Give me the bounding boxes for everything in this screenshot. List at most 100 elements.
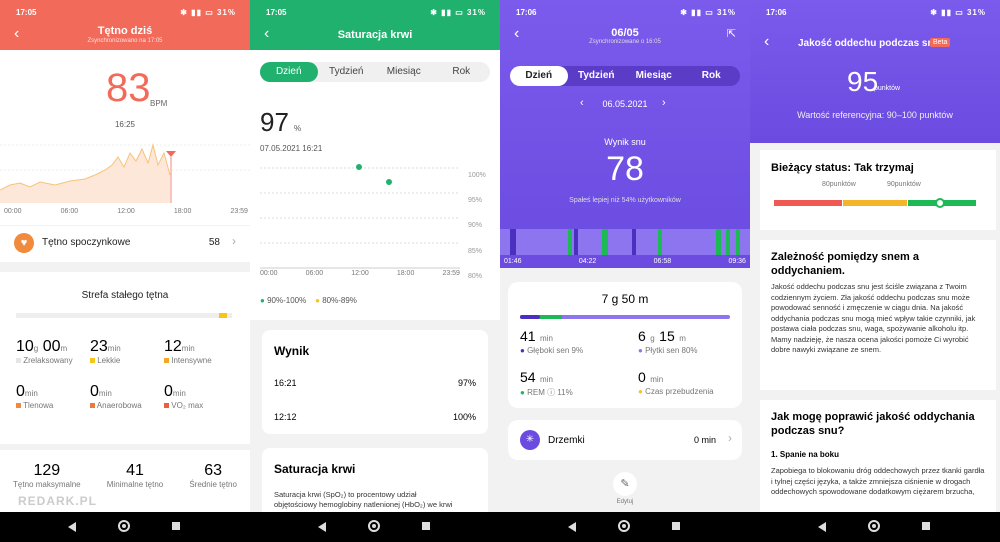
axis-tick: 23:59: [230, 208, 248, 215]
next-date-icon[interactable]: ›: [662, 97, 666, 109]
page-title: Jakość oddechu podczas snu: [798, 38, 940, 49]
result-row: 16:21 97%: [274, 378, 476, 388]
status-bar: 17:05 ✱ ▮▮ ▭ 31%: [0, 0, 250, 22]
tab-day[interactable]: Dzień: [510, 66, 568, 86]
nav-recents-icon[interactable]: [172, 522, 180, 530]
zone-color-icon: [90, 403, 95, 408]
nav-group: [500, 519, 750, 535]
info-text: objętościowy hemoglobiny natlenionej (Hb…: [274, 500, 453, 509]
status-card: Bieżący status: Tak trzymaj 80punktów 90…: [760, 150, 996, 230]
info-card: Saturacja krwi Saturacja krwi (SpO₂) to …: [262, 448, 488, 512]
axis-tick: 18:00: [173, 208, 192, 215]
clock: 17:05: [16, 8, 37, 17]
page-title: 06/05: [611, 27, 639, 39]
nav-back-icon[interactable]: [818, 522, 826, 532]
sync-subtitle: Zsynchronizowane o 16:05: [589, 39, 661, 45]
nav-back-icon[interactable]: [318, 522, 326, 532]
tab-day[interactable]: Dzień: [260, 62, 318, 82]
section-title: Jak mogę poprawić jakość oddychania podc…: [771, 411, 975, 437]
zones-grid: 10g 00m Zrelaksowany 23min Lekkie 12min …: [16, 338, 238, 410]
hr-stats: 129 Tętno maksymalne 41 Minimalne tętno 63…: [0, 462, 250, 489]
nap-value: 0 min: [693, 435, 716, 445]
naps-row[interactable]: ✳ Drzemki 0 min ›: [508, 420, 742, 460]
status-icons: ✱ ▮▮ ▭ 31%: [680, 8, 736, 17]
awake-time: 0 min ● Czas przebudzenia: [638, 369, 714, 396]
resting-label: Tętno spoczynkowe: [42, 237, 131, 248]
deep-sleep: 41 min ● Głęboki sen 9%: [520, 328, 584, 355]
status-bar: 17:06 ✱ ▮▮ ▭ 31%: [750, 0, 1000, 22]
tab-week[interactable]: Tydzień: [318, 62, 376, 82]
data-point: [386, 179, 392, 185]
stat-min: 41 Minimalne tętno: [106, 462, 164, 489]
legend: ● 90%-100% ● 80%-89%: [260, 296, 357, 305]
nav-back-icon[interactable]: [68, 522, 76, 532]
tab-month[interactable]: Miesiąc: [375, 62, 433, 82]
tab-week[interactable]: Tydzień: [568, 66, 626, 86]
nav-home-icon[interactable]: [118, 520, 130, 532]
nav-recents-icon[interactable]: [672, 522, 680, 530]
zones-bar-fill: [219, 313, 227, 318]
heart-rate-chart: [0, 143, 250, 203]
tick-80: 80punktów: [822, 181, 856, 188]
sleep-screen: 17:06 ✱ ▮▮ ▭ 31% ‹ 06/05 Zsynchronizowan…: [500, 0, 750, 512]
axis-tick: 18:00: [396, 270, 415, 277]
stat-avg: 63 Średnie tętno: [189, 462, 237, 489]
status-icons: ✱ ▮▮ ▭ 31%: [430, 8, 486, 17]
zone-color-icon: [16, 358, 21, 363]
info-card: Zależność pomiędzy snem a oddychaniem. J…: [760, 240, 996, 390]
legend-dot-yellow: ●: [315, 296, 320, 305]
axis-tick: 06:00: [60, 208, 79, 215]
tab-month[interactable]: Miesiąc: [625, 66, 683, 86]
back-icon[interactable]: ‹: [764, 33, 769, 51]
score-marker: [935, 198, 945, 208]
range-low: [774, 200, 842, 206]
share-icon[interactable]: ⇱: [727, 27, 736, 40]
nav-home-icon[interactable]: [868, 520, 880, 532]
spo2-date: 07.05.2021 16:21: [260, 144, 323, 153]
status-title: Bieżący status: Tak trzymaj: [771, 162, 914, 174]
blood-oxygen-screen: 17:05 ✱ ▮▮ ▭ 31% ‹ Saturacja krwi Dzień …: [250, 0, 500, 512]
period-tabs: Dzień Tydzień Miesiąc Rok: [510, 66, 740, 86]
sync-subtitle: Zsynchronizowano na 17:05: [87, 38, 163, 44]
edit-icon[interactable]: ✎: [613, 472, 637, 496]
sleep-bar: [520, 315, 730, 319]
result-row: 12:12 100%: [274, 412, 476, 422]
zone-item: 12min Intensywne: [164, 338, 212, 365]
hr-zones-card: Strefa stałego tętna 10g 00m Zrelaksowan…: [0, 272, 250, 444]
total-sleep: 7 g 50 m: [601, 292, 649, 306]
chevron-right-icon: ›: [728, 431, 732, 445]
heart-icon: ♥: [14, 233, 34, 253]
data-point: [356, 164, 362, 170]
nav-home-icon[interactable]: [618, 520, 630, 532]
page-title: Tętno dziś: [97, 25, 153, 37]
nav-home-icon[interactable]: [368, 520, 380, 532]
legend-dot-green: ●: [260, 296, 265, 305]
axis-tick: 06:00: [305, 270, 324, 277]
axis-tick: 00:00: [260, 270, 278, 277]
stat-max: 129 Tętno maksymalne: [13, 462, 81, 489]
chevron-right-icon: ›: [232, 234, 236, 248]
light-sleep: 6 g 15 m ● Płytki sen 80%: [638, 328, 698, 355]
tab-year[interactable]: Rok: [433, 62, 491, 82]
sleep-score: 78: [606, 150, 644, 188]
zone-item: 10g 00m Zrelaksowany: [16, 338, 73, 365]
zone-item: 0min VO₂ max: [164, 383, 204, 410]
zones-title: Strefa stałego tętna: [81, 290, 169, 301]
nav-back-icon[interactable]: [568, 522, 576, 532]
nap-icon: ✳: [520, 430, 540, 450]
nav-recents-icon[interactable]: [922, 522, 930, 530]
tip-text: Zapobiega to blokowaniu dróg oddechowych…: [771, 466, 985, 496]
status-icons: ✱ ▮▮ ▭ 31%: [930, 8, 986, 17]
axis-tick: 12:00: [351, 270, 369, 277]
zone-color-icon: [164, 358, 169, 363]
nap-label: Drzemki: [548, 435, 585, 446]
status-bar: 17:05 ✱ ▮▮ ▭ 31%: [250, 0, 500, 22]
current-marker: [166, 151, 176, 157]
score-label: Wynik snu: [604, 137, 646, 147]
nav-recents-icon[interactable]: [422, 522, 430, 530]
resting-hr-row[interactable]: ♥ Tętno spoczynkowe 58 ›: [0, 226, 250, 262]
page-title: Saturacja krwi: [337, 29, 413, 41]
bpm-value: 83: [106, 66, 151, 110]
zones-bar: [16, 313, 232, 318]
tab-year[interactable]: Rok: [683, 66, 741, 86]
